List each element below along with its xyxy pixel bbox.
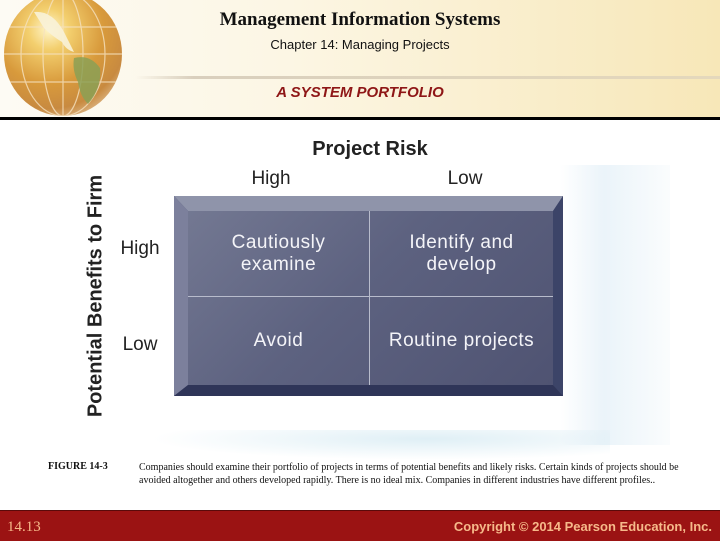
figure-label: FIGURE 14-3 xyxy=(48,461,108,472)
column-label-high: High xyxy=(251,168,291,189)
bevel-right xyxy=(553,196,563,396)
slide-footer: 14.13 Copyright © 2014 Pearson Education… xyxy=(0,510,720,541)
slide-title: A SYSTEM PORTFOLIO xyxy=(276,84,444,101)
cell-low-risk-low-benefit: Routine projects xyxy=(388,330,535,351)
matrix-cells: Cautiously examine Identify and develop … xyxy=(188,211,553,385)
row-label-high: High xyxy=(120,238,160,259)
header-border xyxy=(0,117,720,120)
row-label-low: Low xyxy=(122,334,158,355)
slide-header: Management Information Systems Chapter 1… xyxy=(0,0,720,117)
slide-number: 14.13 xyxy=(7,519,41,535)
y-axis-label: Potential Benefits to Firm xyxy=(84,174,107,418)
course-title: Management Information Systems xyxy=(219,9,501,30)
column-label-low: Low xyxy=(447,168,483,189)
cell-high-risk-low-benefit: Avoid xyxy=(253,330,304,351)
background-wash xyxy=(560,165,670,445)
matrix-frame: Cautiously examine Identify and develop … xyxy=(174,196,563,396)
figure-caption: Companies should examine their portfolio… xyxy=(139,462,679,486)
diagram-title: Project Risk xyxy=(312,138,428,160)
bevel-bottom xyxy=(174,385,563,396)
chapter-title: Chapter 14: Managing Projects xyxy=(270,37,450,52)
background-wash-bottom xyxy=(150,430,610,460)
copyright-notice: Copyright © 2014 Pearson Education, Inc. xyxy=(453,519,712,534)
header-divider xyxy=(135,76,720,79)
cell-low-risk-high-benefit: Identify and develop xyxy=(409,231,514,275)
cell-high-risk-high-benefit: Cautiously examine xyxy=(231,231,326,275)
bevel-left xyxy=(174,196,188,396)
bevel-top xyxy=(174,196,563,211)
